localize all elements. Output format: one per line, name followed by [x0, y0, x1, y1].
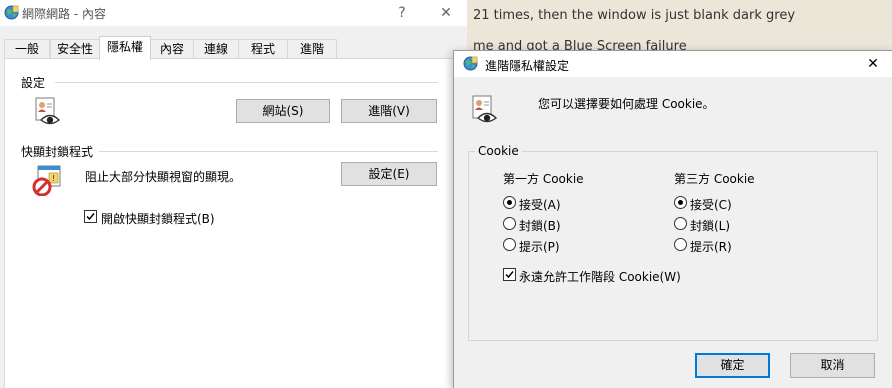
- internet-options-dialog: 網際網路 - 內容 ? ✕ 一般 安全性 隱私權 內容 連線 程式 進階 設定 …: [0, 0, 467, 388]
- help-button[interactable]: ?: [382, 0, 422, 26]
- third-party-block-radio[interactable]: [674, 217, 687, 230]
- intro-text: 您可以選擇要如何處理 Cookie。: [538, 97, 715, 111]
- internet-options-icon: [463, 56, 478, 71]
- privacy-person-eye-icon: [33, 96, 65, 128]
- divider: [99, 151, 438, 152]
- popup-blocker-icon: !: [31, 164, 63, 196]
- enable-popup-blocker-checkbox[interactable]: [84, 210, 97, 223]
- checkmark-icon: [505, 271, 514, 279]
- session-cookie-checkbox[interactable]: [503, 268, 516, 281]
- first-party-prompt-radio[interactable]: [503, 238, 516, 251]
- privacy-tab-panel: 設定 網站(S) 進階(V) 快顯封鎖程式 ! 阻止大部分快顯視窗的顯現。 設定…: [4, 58, 466, 388]
- tab-privacy[interactable]: 隱私權: [99, 36, 151, 60]
- third-party-accept-label[interactable]: 接受(C): [690, 196, 732, 213]
- tab-programs[interactable]: 程式: [238, 39, 288, 59]
- first-party-header: 第一方 Cookie: [503, 172, 584, 186]
- third-party-prompt-label[interactable]: 提示(R): [690, 238, 732, 255]
- title-bar: 網際網路 - 內容 ? ✕: [0, 0, 467, 26]
- enable-popup-blocker-label[interactable]: 開啟快顯封鎖程式(B): [101, 210, 215, 227]
- tab-connections[interactable]: 連線: [193, 39, 239, 59]
- tab-advanced[interactable]: 進階: [287, 39, 337, 59]
- cancel-button[interactable]: 取消: [790, 353, 875, 378]
- popup-settings-button[interactable]: 設定(E): [341, 162, 437, 186]
- first-party-block-radio[interactable]: [503, 217, 516, 230]
- first-party-accept-radio[interactable]: [503, 196, 516, 209]
- first-party-block-label[interactable]: 封鎖(B): [519, 217, 561, 234]
- popup-blocker-description: 阻止大部分快顯視窗的顯現。: [85, 170, 242, 184]
- divider: [55, 82, 438, 83]
- third-party-header: 第三方 Cookie: [674, 172, 755, 186]
- close-button[interactable]: ✕: [853, 51, 892, 77]
- third-party-prompt-radio[interactable]: [674, 238, 687, 251]
- checkmark-icon: [86, 213, 95, 221]
- advanced-privacy-settings-dialog: 進階隱私權設定 ✕ 您可以選擇要如何處理 Cookie。 Cookie 第一方 …: [453, 50, 892, 388]
- internet-options-icon: [4, 5, 19, 20]
- cookie-group-label: Cookie: [475, 144, 522, 158]
- window-title: 網際網路 - 內容: [22, 7, 106, 21]
- ok-button[interactable]: 確定: [695, 353, 770, 378]
- close-button[interactable]: ✕: [426, 0, 466, 26]
- privacy-person-eye-icon: [470, 94, 502, 126]
- tab-general[interactable]: 一般: [4, 39, 50, 59]
- privacy-advanced-button[interactable]: 進階(V): [341, 99, 437, 123]
- tab-content[interactable]: 內容: [150, 39, 194, 59]
- cookie-group: Cookie 第一方 Cookie 接受(A) 封鎖(B) 提示(P) 第三方 …: [468, 144, 878, 341]
- window-title: 進階隱私權設定: [485, 59, 570, 73]
- background-text-line: 21 times, then the window is just blank …: [473, 8, 796, 23]
- sites-button[interactable]: 網站(S): [236, 99, 330, 123]
- svg-text:!: !: [52, 174, 55, 183]
- settings-section-label: 設定: [21, 74, 50, 91]
- first-party-prompt-label[interactable]: 提示(P): [519, 238, 560, 255]
- popup-blocker-section-label: 快顯封鎖程式: [21, 143, 98, 160]
- third-party-block-label[interactable]: 封鎖(L): [690, 217, 730, 234]
- third-party-accept-radio[interactable]: [674, 196, 687, 209]
- title-bar: 進階隱私權設定 ✕: [454, 51, 892, 77]
- session-cookie-label[interactable]: 永遠允許工作階段 Cookie(W): [519, 268, 681, 285]
- first-party-accept-label[interactable]: 接受(A): [519, 196, 561, 213]
- tab-security[interactable]: 安全性: [50, 39, 100, 59]
